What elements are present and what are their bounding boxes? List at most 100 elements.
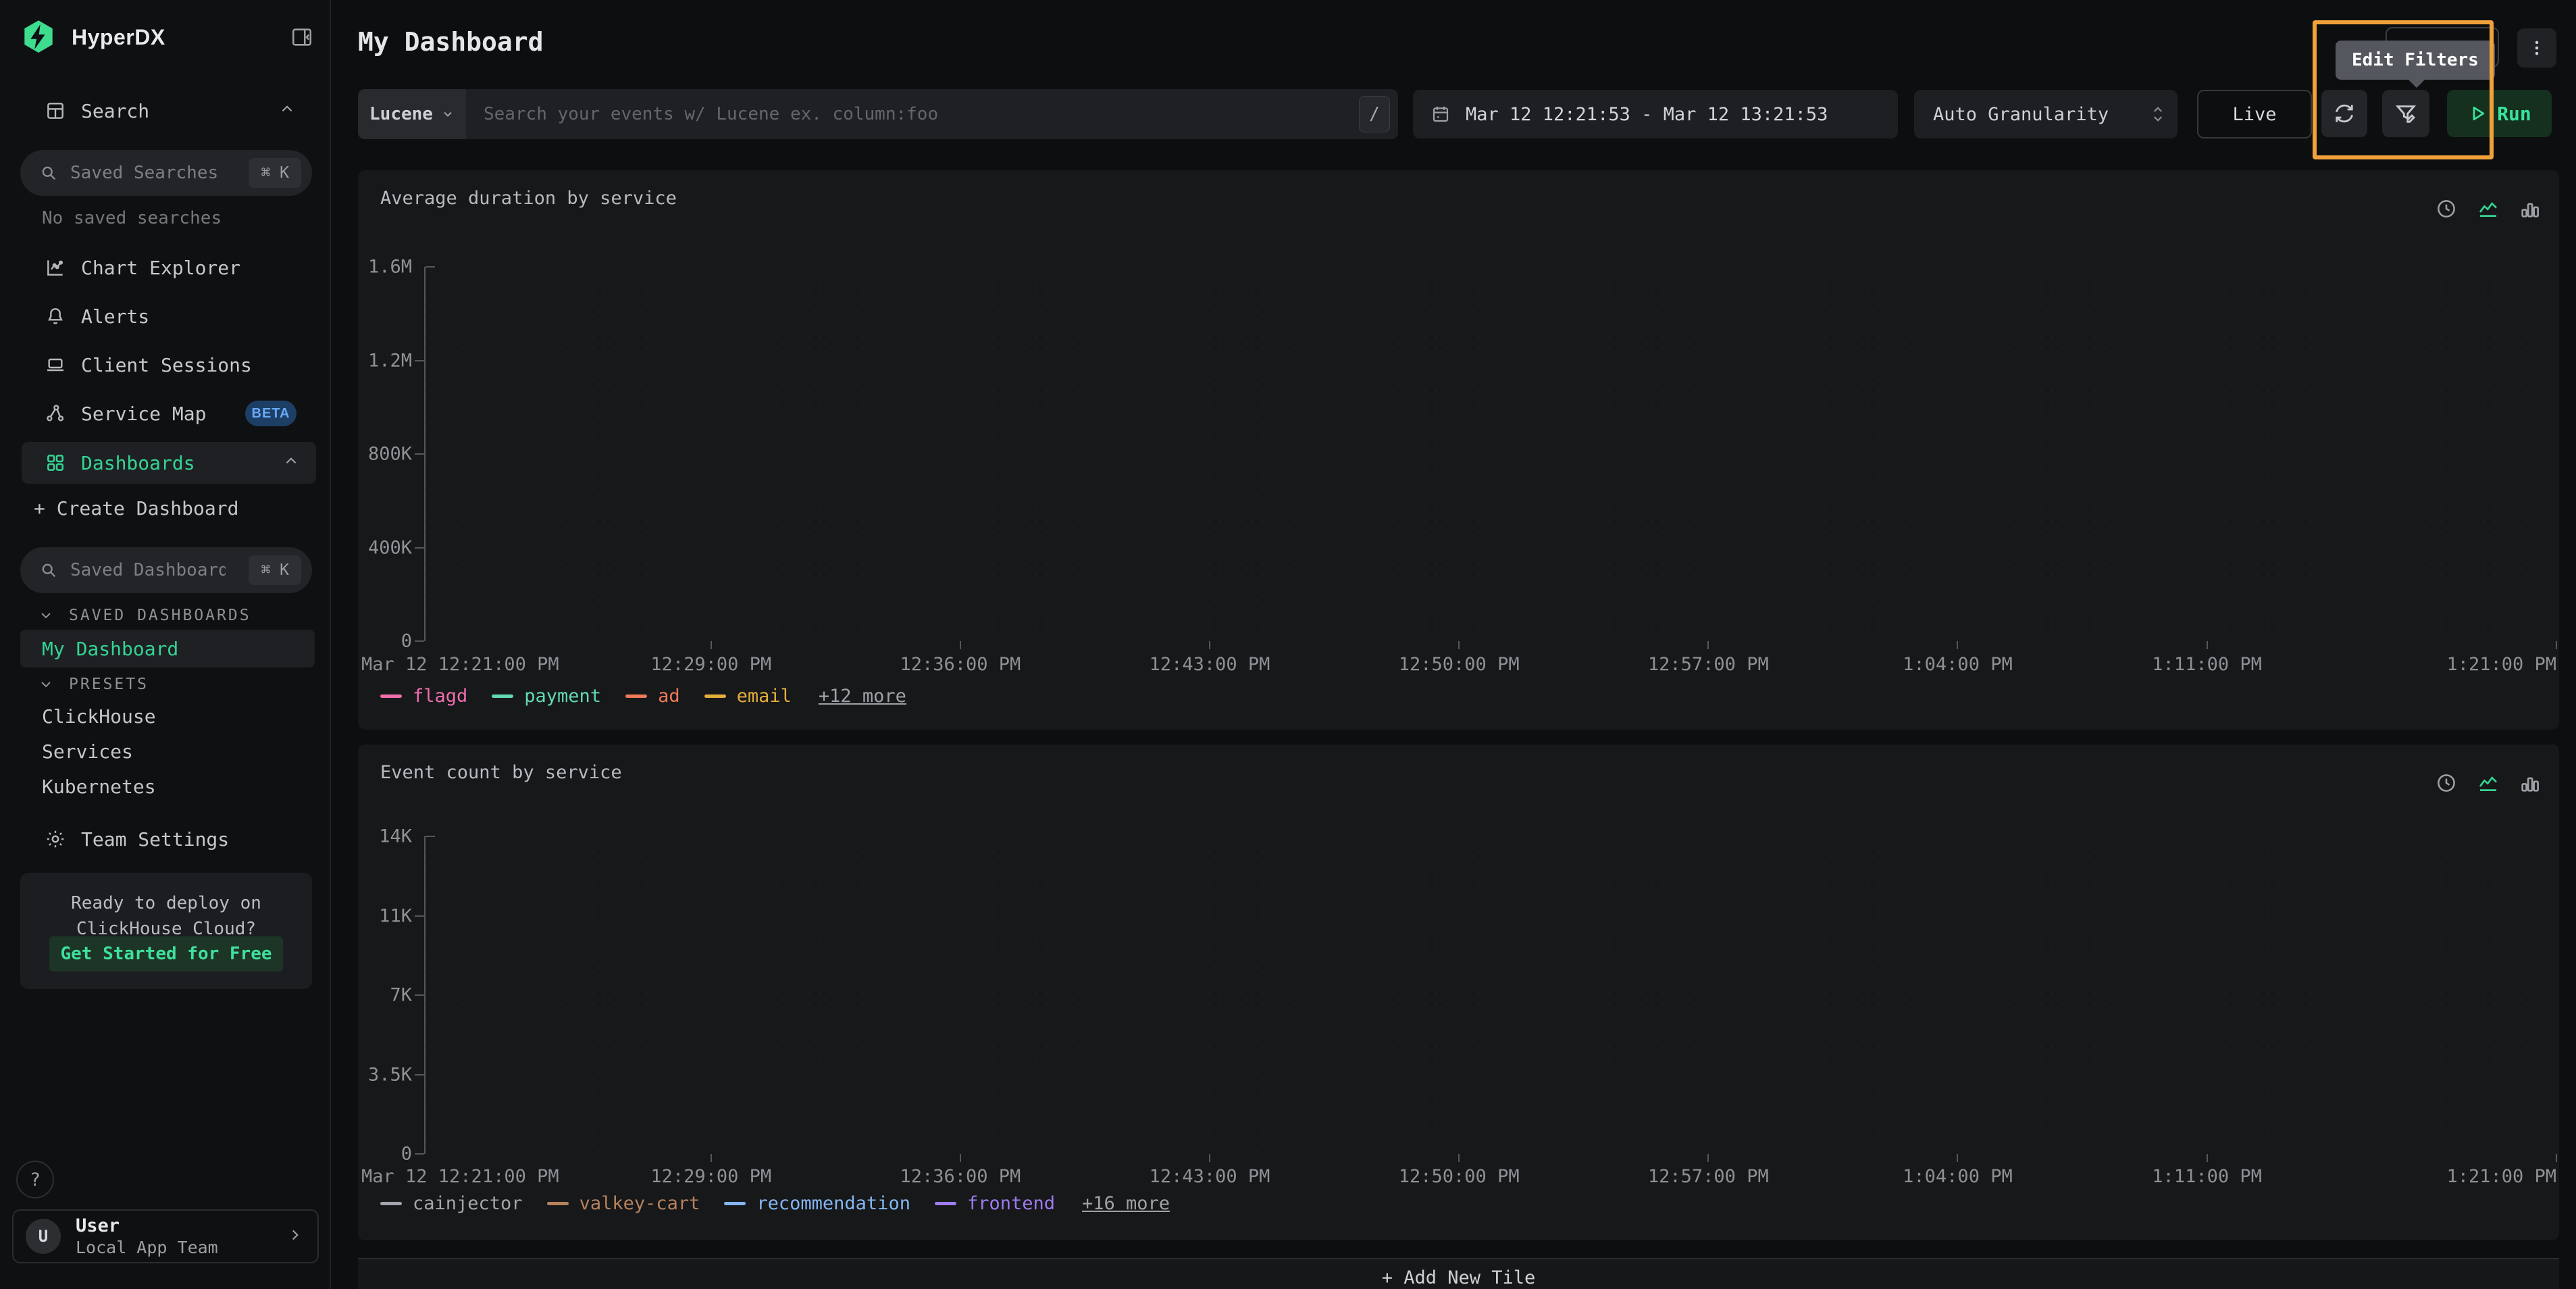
add-new-tile-button[interactable]: + Add New Tile: [358, 1258, 2559, 1289]
chart-title: Event count by service: [380, 762, 622, 783]
edit-filters-button[interactable]: [2382, 90, 2429, 137]
refresh-button[interactable]: [2321, 90, 2367, 137]
legend-item[interactable]: payment: [492, 686, 601, 707]
granularity-select[interactable]: Auto Granularity: [1914, 90, 2178, 138]
legend-swatch: [547, 1202, 569, 1205]
preset-clickhouse[interactable]: ClickHouse: [42, 705, 156, 728]
section-presets[interactable]: PRESETS: [38, 676, 149, 693]
y-tick-mark: [426, 836, 435, 837]
sidebar-item-label: Client Sessions: [81, 354, 252, 376]
chevron-down-icon: [38, 676, 54, 692]
x-tick-mark: [1957, 1154, 1958, 1162]
preset-services[interactable]: Services: [42, 740, 133, 763]
x-tick-mark: [1707, 1154, 1709, 1162]
filter-edit-icon: [2394, 101, 2418, 126]
chevron-up-icon[interactable]: [278, 100, 296, 122]
legend-item[interactable]: cainjector: [380, 1193, 523, 1214]
chart-canvas[interactable]: [426, 836, 2556, 1154]
x-axis: Mar 12 12:21:00 PM12:29:00 PM12:36:00 PM…: [426, 651, 2556, 674]
chart-legend: cainjector valkey-cart recommendation front…: [380, 1193, 1170, 1214]
x-tick-mark: [711, 1154, 712, 1162]
y-tick-label: 0: [401, 1144, 412, 1165]
sidebar-item-team-settings[interactable]: Team Settings: [0, 819, 331, 859]
legend-swatch: [724, 1202, 746, 1205]
sidebar-item-chart-explorer[interactable]: Chart Explorer: [0, 247, 331, 288]
legend-swatch: [380, 694, 402, 698]
sidebar-item-dashboards[interactable]: Dashboards: [22, 442, 316, 484]
logo[interactable]: HyperDX: [20, 19, 165, 55]
y-tick-mark: [415, 453, 424, 455]
line-chart-toggle-icon[interactable]: [2477, 772, 2500, 794]
chevron-down-icon: [441, 107, 455, 121]
sidebar-collapse-icon[interactable]: [290, 26, 313, 51]
calendar-icon: [1431, 104, 1451, 124]
chevron-down-icon: [38, 607, 54, 624]
chevron-up-icon[interactable]: [282, 452, 300, 474]
dashboard-menu-button[interactable]: [2517, 28, 2556, 68]
legend-item[interactable]: frontend: [935, 1193, 1055, 1214]
x-tick-mark: [960, 1154, 961, 1162]
sidebar-item-my-dashboard[interactable]: My Dashboard: [20, 630, 315, 667]
user-menu[interactable]: U User Local App Team: [12, 1209, 319, 1263]
sidebar-item-label: Dashboards: [81, 452, 195, 474]
x-tick-label: 12:43:00 PM: [1150, 1166, 1270, 1187]
x-tick-label: 1:11:00 PM: [2152, 654, 2262, 675]
legend-swatch: [492, 694, 513, 698]
y-tick-mark: [415, 640, 424, 642]
x-tick-mark: [1957, 641, 1958, 649]
preset-kubernetes[interactable]: Kubernetes: [42, 776, 156, 798]
legend-item[interactable]: recommendation: [724, 1193, 910, 1214]
legend-item[interactable]: valkey-cart: [547, 1193, 700, 1214]
history-clock-icon[interactable]: [2435, 197, 2458, 220]
help-button[interactable]: ?: [16, 1161, 54, 1198]
time-range-picker[interactable]: Mar 12 12:21:53 - Mar 12 13:21:53: [1413, 90, 1898, 138]
beta-badge: BETA: [245, 401, 297, 426]
sidebar-item-search[interactable]: Search: [0, 91, 331, 131]
saved-searches-search[interactable]: ⌘ K: [20, 150, 312, 196]
saved-dashboards-search[interactable]: ⌘ K: [20, 547, 312, 593]
section-saved-dashboards[interactable]: SAVED DASHBOARDS: [38, 607, 251, 624]
saved-dashboards-input[interactable]: [70, 560, 226, 580]
sidebar-item-label: Service Map: [81, 403, 206, 425]
user-name: User: [76, 1215, 218, 1236]
live-button[interactable]: Live: [2197, 90, 2312, 138]
run-button[interactable]: Run: [2447, 90, 2552, 137]
saved-dashboard-label: My Dashboard: [42, 638, 178, 660]
sidebar-item-alerts[interactable]: Alerts: [0, 296, 331, 336]
legend-label: valkey-cart: [579, 1193, 700, 1214]
legend-item[interactable]: flagd: [380, 686, 467, 707]
x-tick-label: 1:11:00 PM: [2152, 1166, 2262, 1187]
x-tick-mark: [1458, 641, 1460, 649]
chart-explorer-icon: [45, 257, 68, 278]
chart-canvas[interactable]: [426, 267, 2556, 641]
get-started-button[interactable]: Get Started for Free: [49, 936, 283, 971]
event-search-input[interactable]: [466, 104, 1398, 124]
series-mint-spikes: [2435, 218, 2458, 220]
history-clock-icon[interactable]: [2435, 772, 2458, 794]
x-axis: Mar 12 12:21:00 PM12:29:00 PM12:36:00 PM…: [426, 1163, 2556, 1186]
x-tick-label: 12:50:00 PM: [1399, 1166, 1520, 1187]
legend-label: payment: [524, 686, 601, 707]
legend-more-link[interactable]: +12 more: [819, 686, 906, 707]
legend-swatch: [625, 694, 647, 698]
x-tick-mark: [960, 641, 961, 649]
chart-panel-event-count: Event count by service 14K11K7K3.5K0 Mar…: [358, 744, 2559, 1240]
y-tick-label: 1.6M: [368, 257, 412, 278]
y-tick-label: 3.5K: [368, 1064, 412, 1085]
dashboards-icon: [45, 452, 68, 474]
bar-chart-toggle-icon[interactable]: [2519, 197, 2542, 220]
create-dashboard-button[interactable]: + Create Dashboard: [34, 497, 238, 520]
legend-swatch: [380, 1202, 402, 1205]
x-tick-label: 12:50:00 PM: [1399, 654, 1520, 675]
sidebar-item-client-sessions[interactable]: Client Sessions: [0, 345, 331, 385]
bar-chart-toggle-icon[interactable]: [2519, 772, 2542, 794]
sidebar-item-service-map[interactable]: Service Map BETA: [0, 393, 331, 434]
legend-item[interactable]: email: [704, 686, 792, 707]
x-tick-label: 1:21:00 PM: [2446, 654, 2556, 675]
query-language-select[interactable]: Lucene: [358, 89, 466, 139]
legend-item[interactable]: ad: [625, 686, 680, 707]
saved-searches-input[interactable]: [70, 163, 226, 183]
y-tick-label: 14K: [379, 826, 412, 847]
legend-more-link[interactable]: +16 more: [1082, 1193, 1170, 1214]
line-chart-toggle-icon[interactable]: [2477, 197, 2500, 220]
